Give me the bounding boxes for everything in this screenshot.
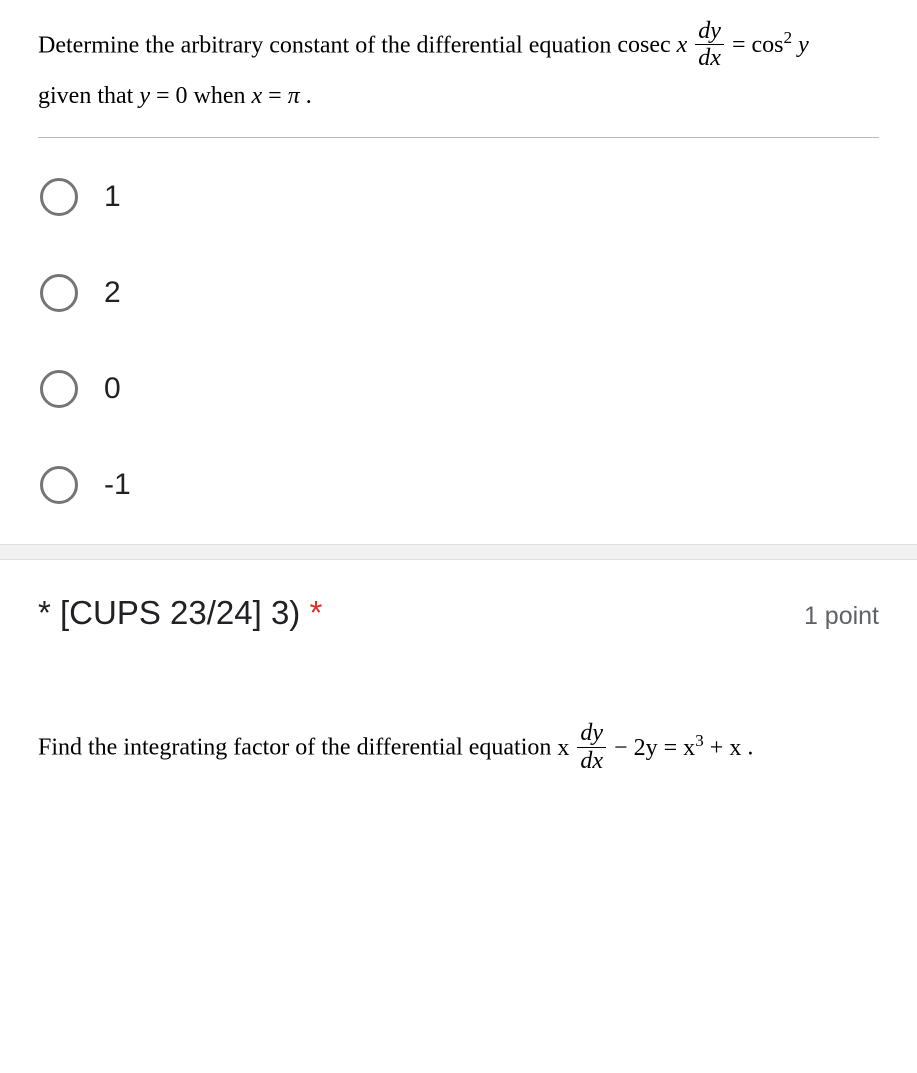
q2-mid: − 2 (614, 735, 646, 761)
radio-icon (40, 274, 78, 312)
q1-cosec: cosec (617, 32, 670, 58)
option-neg1[interactable]: -1 (40, 466, 879, 504)
q1-line2d: x (252, 83, 263, 109)
option-1[interactable]: 1 (40, 178, 879, 216)
q1-line2e: = (268, 83, 288, 109)
option-2[interactable]: 2 (40, 274, 879, 312)
q2-frac-den: dx (577, 748, 606, 774)
q2-xvar1: x (557, 735, 569, 761)
q1-cos: cos (751, 32, 783, 58)
question-1-prompt: Determine the arbitrary constant of the … (38, 20, 879, 138)
q2-fraction: dy dx (577, 720, 606, 774)
q2-title-text: * [CUPS 23/24] 3) (38, 594, 309, 631)
radio-icon (40, 466, 78, 504)
q1-xvar: x (677, 32, 688, 58)
required-mark: * (309, 594, 322, 631)
q2-plus: + (710, 735, 730, 761)
option-1-label: 1 (104, 180, 121, 214)
q1-line2g: . (306, 83, 312, 109)
question-1: Determine the arbitrary constant of the … (0, 0, 917, 544)
q2-title: * [CUPS 23/24] 3) * (38, 594, 322, 632)
option-0-label: 0 (104, 372, 121, 406)
q2-xvar4: x (729, 735, 741, 761)
q2-header: * [CUPS 23/24] 3) * 1 point (38, 594, 879, 632)
q1-frac-num: dy (695, 18, 724, 45)
q1-line2a: given that (38, 83, 139, 109)
q1-line2c: = 0 when (156, 83, 252, 109)
q2-exp: 3 (695, 731, 704, 750)
option-neg1-label: -1 (104, 468, 131, 502)
q1-exp: 2 (783, 28, 792, 47)
q1-frac-den: dx (695, 45, 724, 71)
q1-line2f: π (288, 83, 300, 109)
option-0[interactable]: 0 (40, 370, 879, 408)
option-2-label: 2 (104, 276, 121, 310)
q2-prompt: Find the integrating factor of the diffe… (38, 722, 879, 776)
card-divider (0, 544, 917, 560)
q2-text-pre: Find the integrating factor of the diffe… (38, 735, 557, 761)
q1-options: 1 2 0 -1 (38, 178, 879, 504)
q2-points: 1 point (804, 602, 879, 631)
q1-fraction: dy dx (695, 18, 724, 72)
q1-equals: = (732, 32, 752, 58)
question-2: * [CUPS 23/24] 3) * 1 point Find the int… (0, 560, 917, 806)
q1-text-pre: Determine the arbitrary constant of the … (38, 32, 617, 58)
radio-icon (40, 178, 78, 216)
radio-icon (40, 370, 78, 408)
q1-line2b: y (139, 83, 150, 109)
q1-yvar: y (792, 32, 809, 58)
q2-frac-num: dy (577, 720, 606, 747)
q2-eq: = (664, 735, 684, 761)
q2-yvar: y (646, 735, 658, 761)
q2-xvar3: x (683, 735, 695, 761)
q2-end: . (747, 735, 753, 761)
